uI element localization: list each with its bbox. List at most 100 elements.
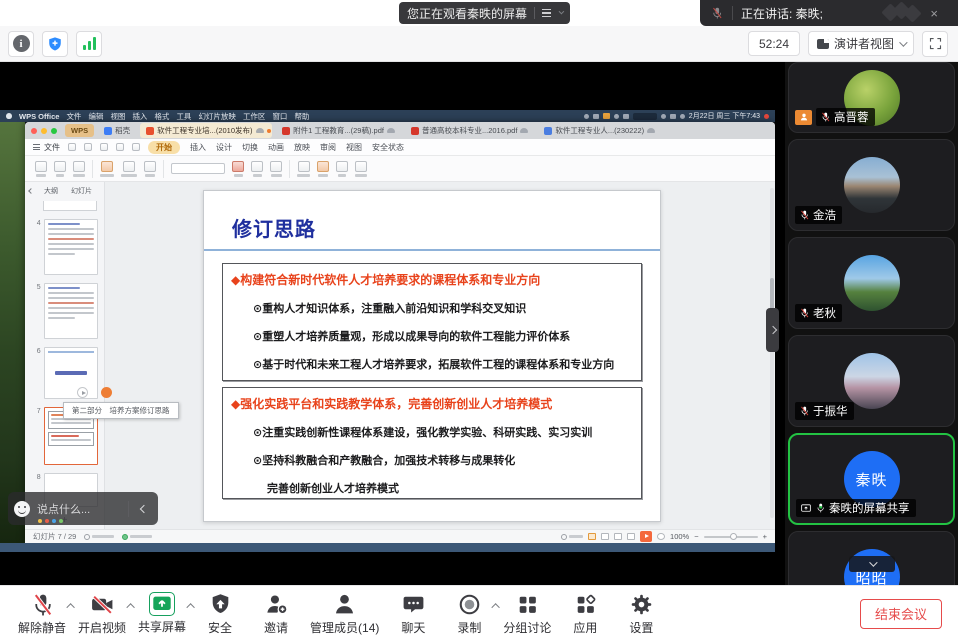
expand-panel-handle[interactable] <box>766 308 779 352</box>
participant-name: 高晋蓉 <box>834 109 869 125</box>
chevron-down-icon <box>899 38 907 46</box>
end-meeting-button[interactable]: 结束会议 <box>860 599 942 629</box>
participant-tile[interactable]: 老秋 <box>788 237 955 329</box>
cloud-sync-icon <box>256 128 264 133</box>
meeting-timer: 52:24 <box>748 31 800 56</box>
document-tab-label: 稻壳 <box>115 125 130 136</box>
document-tab: WPS <box>65 124 94 137</box>
participant-tile[interactable]: 昭昭 <box>788 531 955 585</box>
participant-tile[interactable]: 金浩 <box>788 139 955 231</box>
document-tab-label: WPS <box>71 126 88 135</box>
canvas-scrollbar <box>770 188 774 518</box>
watching-screen-pill[interactable]: 您正在观看秦昳的屏幕 <box>399 2 570 24</box>
slide-bullet: ⊙坚持科教融合和产教融合，加强技术转移与成果转化 <box>223 452 641 468</box>
shield-plus-icon <box>47 36 63 52</box>
share-screen-button[interactable]: 共享屏幕 <box>132 588 192 640</box>
file-type-icon <box>104 127 112 135</box>
participant-tile[interactable]: 秦昳 <box>788 433 955 525</box>
participant-name-label: 高晋蓉 <box>816 108 875 126</box>
file-menu: 文件 <box>33 142 60 153</box>
mic-muted-icon <box>30 592 55 617</box>
screen-share-icon <box>800 503 812 514</box>
meeting-status-bar: i 52:24 演讲者视图 <box>0 26 958 62</box>
security-button[interactable]: 安全 <box>192 588 248 640</box>
view-mode-dropdown[interactable]: 演讲者视图 <box>808 31 914 56</box>
screen-share-view: WPS Office文件编辑视图插入格式工具幻灯片放映工作区窗口帮助 2月22日… <box>0 62 785 585</box>
participant-name: 老秋 <box>813 305 836 321</box>
collapse-videos-button[interactable] <box>849 556 895 572</box>
menu-icon[interactable] <box>542 9 551 17</box>
wps-document-tabs: WPS 稻壳 软 <box>25 122 775 139</box>
ribbon-tab: 审阅 <box>320 142 336 153</box>
manage-members-button[interactable]: 管理成员(14) <box>304 588 385 640</box>
collapse-pane-icon <box>28 188 34 194</box>
mac-menu-item: 格式 <box>154 111 169 122</box>
ribbon-tab: 安全状态 <box>372 142 404 153</box>
desktop-bottom-band <box>0 543 775 552</box>
current-slide: 修订思路 ◆构建符合新时代软件人才培养要求的课程体系和专业方向 ⊙重构人才知识体… <box>203 190 661 522</box>
divider <box>732 6 733 20</box>
unmute-button[interactable]: 解除静音 <box>12 588 72 640</box>
divider <box>128 501 129 517</box>
mac-menu-item: 窗口 <box>272 111 287 122</box>
slide-thumbnail: 6 <box>25 347 104 399</box>
mac-menu-item: 文件 <box>66 111 81 122</box>
zoom-slider <box>704 536 758 538</box>
mac-clock: 2月22日 周三 下午7:43 <box>689 111 760 121</box>
fullscreen-button[interactable] <box>922 31 948 57</box>
file-menu-label: 文件 <box>44 142 60 153</box>
participant-tile[interactable]: 高晋蓉 <box>788 62 955 133</box>
shared-mac-desktop: WPS Office文件编辑视图插入格式工具幻灯片放映工作区窗口帮助 2月22日… <box>0 110 775 552</box>
meeting-protect-button[interactable] <box>42 31 68 57</box>
brand-logo <box>882 4 922 22</box>
emoji-icon[interactable] <box>14 501 30 517</box>
document-tab-label: 软件工程专业培...(2010发布) <box>157 125 252 136</box>
breakout-rooms-button[interactable]: 分组讨论 <box>497 588 557 640</box>
network-quality-button[interactable] <box>76 31 102 57</box>
slide-bullet: ⊙基于时代和未来工程人才培养要求，拓展软件工程的课程体系和专业方向 <box>223 356 641 372</box>
meeting-info-button[interactable]: i <box>8 31 34 57</box>
participant-name: 秦昳的屏幕共享 <box>829 500 910 516</box>
collapse-chat-button[interactable] <box>136 501 152 517</box>
file-type-icon <box>282 127 290 135</box>
participant-name-label: 金浩 <box>795 206 842 224</box>
participants-panel: 高晋蓉 <box>785 62 958 585</box>
ribbon-tab: 插入 <box>190 142 206 153</box>
participant-avatar <box>844 353 900 409</box>
share-screen-icon <box>149 592 175 616</box>
mic-active-icon <box>815 502 826 514</box>
chevron-down-icon <box>559 9 565 15</box>
start-video-button[interactable]: 开启视频 <box>72 588 132 640</box>
pane-tab: 幻灯片 <box>66 185 97 197</box>
participant-name-label: 老秋 <box>795 304 842 322</box>
mac-status-icons: 2月22日 周三 下午7:43 <box>584 111 769 121</box>
participant-tile[interactable]: 于振华 <box>788 335 955 427</box>
invite-button[interactable]: 邀请 <box>248 588 304 640</box>
mic-muted-icon <box>799 209 810 221</box>
settings-button[interactable]: 设置 <box>613 588 669 640</box>
document-tab-label: 普通高校本科专业...2016.pdf <box>422 125 517 136</box>
slide-hover-button <box>101 387 112 398</box>
record-button[interactable]: 录制 <box>441 588 497 640</box>
quick-reactions[interactable] <box>38 519 63 523</box>
hamburger-icon <box>33 144 40 150</box>
fullscreen-icon <box>928 36 943 51</box>
ribbon-tab: 放映 <box>294 142 310 153</box>
chat-bubble-icon <box>401 592 426 617</box>
participant-avatar <box>844 255 900 311</box>
meeting-toolbar: 解除静音 开启视频 共享屏幕 <box>0 585 958 641</box>
document-tab: 普通高校本科专业...2016.pdf <box>405 123 534 138</box>
document-tab-label: 附件1 工程教育...(29稿).pdf <box>293 125 384 136</box>
mac-menu-items: WPS Office文件编辑视图插入格式工具幻灯片放映工作区窗口帮助 <box>19 111 309 122</box>
close-icon[interactable]: × <box>930 7 938 20</box>
chat-input-placeholder[interactable]: 说点什么... <box>37 501 90 517</box>
apps-button[interactable]: 应用 <box>557 588 613 640</box>
watching-screen-label: 您正在观看秦昳的屏幕 <box>407 5 527 22</box>
section-heading: ◆构建符合新时代软件人才培养要求的课程体系和专业方向 <box>223 264 641 288</box>
quick-chat-bar[interactable]: 说点什么... <box>8 492 158 525</box>
mac-menu-item: WPS Office <box>19 112 59 121</box>
ribbon-tab: 开始 <box>148 141 180 154</box>
chat-button[interactable]: 聊天 <box>385 588 441 640</box>
ribbon-tab: 视图 <box>346 142 362 153</box>
cloud-sync-icon <box>520 128 528 133</box>
